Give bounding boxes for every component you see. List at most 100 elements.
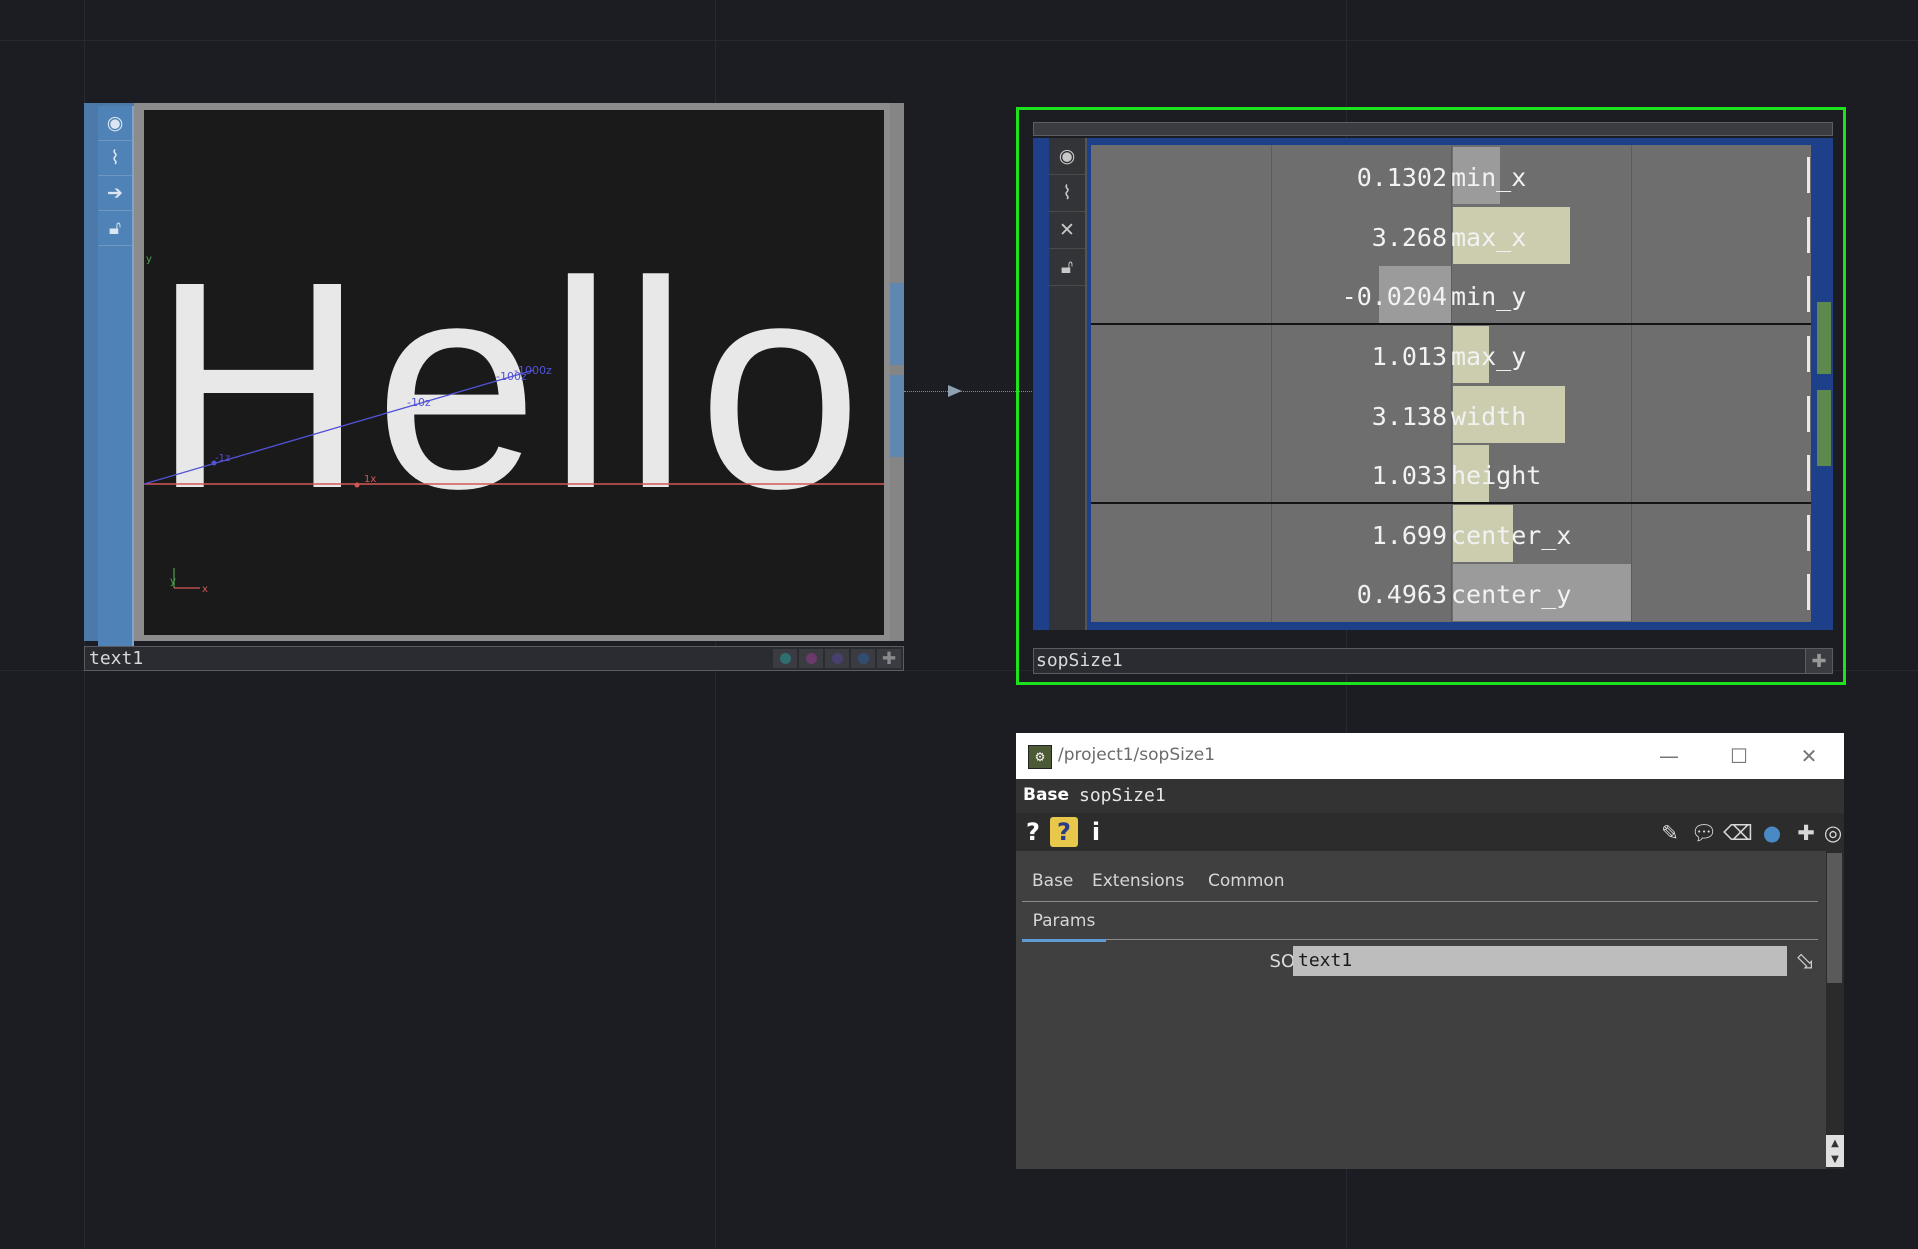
table-row[interactable]: 0.1302 min_x <box>1091 145 1811 205</box>
row-marker <box>1807 216 1810 253</box>
row-marker <box>1807 157 1810 193</box>
table-row[interactable]: 0.4963 center_y <box>1091 562 1811 622</box>
channel-value: 3.268 <box>1371 222 1447 252</box>
tab-params[interactable]: Params <box>1022 909 1106 942</box>
close-icon[interactable]: ✕ <box>1049 212 1085 249</box>
plus-icon[interactable]: ✚ <box>1805 649 1832 673</box>
sub-tabs: Params <box>1022 905 1818 942</box>
axis-gizmo: y x <box>170 568 208 595</box>
channel-value: 0.4963 <box>1356 580 1447 610</box>
lock-icon[interactable]: 🔓︎ <box>98 211 132 246</box>
channel-name: max_y <box>1451 341 1527 371</box>
node-flags: ✚ <box>773 649 901 669</box>
chop-value-viewer[interactable]: 0.1302 min_x 3.268 max_x -0.0204 min_y 1.013 ma… <box>1091 145 1811 622</box>
dialog-toolbar: ? ? i ✎ 💬︎ ⌫ ● ✚ ◎ <box>1016 813 1844 851</box>
sop-param-field[interactable]: text1 <box>1293 946 1787 976</box>
bypass-flag[interactable] <box>825 649 849 668</box>
row-marker <box>1807 276 1810 313</box>
node-name-bar[interactable]: sopSize1 ✚ <box>1033 648 1833 674</box>
viewer-active-icon[interactable]: ◉ <box>1049 138 1085 175</box>
template-flag[interactable] <box>799 649 823 668</box>
channel-name: height <box>1451 461 1542 491</box>
help-icon[interactable]: ? <box>1022 817 1044 847</box>
channel-name: center_y <box>1451 580 1572 610</box>
add-icon[interactable]: ✚ <box>1792 819 1820 847</box>
op-type-label: Base <box>1023 785 1070 805</box>
viewer-active-icon[interactable]: ◉ <box>98 106 132 141</box>
scroll-down-icon[interactable]: ▼ <box>1826 1151 1844 1167</box>
channel-value: 1.033 <box>1371 461 1447 491</box>
parameter-dialog: ⚙ /project1/sopSize1 — ☐ ✕ Base sopSize1… <box>1016 733 1844 1169</box>
channel-value: 1.013 <box>1371 341 1447 371</box>
channel-value: 1.699 <box>1371 520 1447 550</box>
export-arrow-icon[interactable]: ➔ <box>98 176 132 211</box>
connection-wire[interactable] <box>904 391 1032 393</box>
channel-name: min_x <box>1451 163 1527 192</box>
dialog-header: Base sopSize1 <box>1016 779 1844 813</box>
node-side-toolbar: ◉ ⌇ ✕ 🔓︎ <box>1049 138 1087 630</box>
tab-extensions[interactable]: Extensions <box>1092 871 1184 891</box>
node-side-toolbar: ◉ ⌇ ➔ 🔓︎ <box>98 106 134 646</box>
display-flag-icon[interactable]: ⌇ <box>98 141 132 176</box>
axis-label-z-far2: -1000z <box>514 364 552 377</box>
table-row[interactable]: 1.033 height <box>1091 443 1811 503</box>
output-connector-2[interactable] <box>1817 390 1831 466</box>
maximize-button[interactable]: ☐ <box>1722 739 1756 773</box>
output-connector[interactable] <box>890 283 904 365</box>
edit-pencil-icon[interactable]: ✎ <box>1656 819 1684 847</box>
render-flag[interactable] <box>773 649 797 668</box>
row-marker <box>1807 335 1810 372</box>
channel-value: 3.138 <box>1371 401 1447 431</box>
table-row[interactable]: 1.699 center_x <box>1091 503 1811 563</box>
op-name[interactable]: sopSize1 <box>1079 785 1166 806</box>
node-name[interactable]: sopSize1 <box>1036 650 1123 671</box>
clear-icon[interactable]: ⌫ <box>1723 819 1753 847</box>
table-row[interactable]: 3.138 width <box>1091 384 1811 444</box>
output-connector[interactable] <box>1817 302 1831 374</box>
row-marker <box>1807 514 1810 551</box>
minimize-button[interactable]: — <box>1652 739 1686 773</box>
target-icon[interactable]: ◎ <box>1822 819 1844 847</box>
display-flag-icon[interactable]: ⌇ <box>1049 175 1085 212</box>
axis-label-z-near: -1z <box>215 453 230 464</box>
wire-arrow-icon <box>948 385 962 397</box>
python-help-icon[interactable]: ? <box>1050 817 1078 847</box>
text1-node[interactable]: ◉ ⌇ ➔ 🔓︎ Hello -1z 1x -10z -100z -1000z … <box>84 103 904 671</box>
lock-icon[interactable]: 🔓︎ <box>1049 249 1085 286</box>
python-icon[interactable]: ● <box>1758 819 1786 847</box>
info-icon[interactable]: i <box>1086 817 1106 847</box>
row-marker <box>1807 395 1810 432</box>
node-name[interactable]: text1 <box>89 648 143 669</box>
plus-icon[interactable]: ✚ <box>877 649 901 669</box>
scroll-up-icon[interactable]: ▲ <box>1826 1135 1844 1151</box>
table-row[interactable]: 3.268 max_x <box>1091 205 1811 265</box>
scrollbar-thumb[interactable] <box>1827 853 1842 983</box>
tab-common[interactable]: Common <box>1208 871 1285 891</box>
close-button[interactable]: ✕ <box>1792 739 1826 773</box>
axis-label-z-mid: -10z <box>407 396 431 409</box>
output-connector-2[interactable] <box>890 375 904 457</box>
channel-name: min_y <box>1451 282 1527 312</box>
row-marker <box>1807 574 1810 611</box>
channel-value: -0.0204 <box>1341 282 1447 312</box>
comment-icon[interactable]: 💬︎ <box>1690 819 1718 847</box>
text1-viewer[interactable]: Hello -1z 1x -10z -100z -1000z y y x <box>144 110 884 635</box>
table-row[interactable]: -0.0204 min_y <box>1091 264 1811 324</box>
display-flag[interactable] <box>851 649 875 668</box>
hello-text: Hello <box>152 220 858 550</box>
axis-label-y-top: y <box>146 254 152 265</box>
node-name-bar[interactable]: text1 ✚ <box>84 646 904 671</box>
channel-name: max_x <box>1451 222 1527 252</box>
row-marker <box>1807 455 1810 492</box>
channel-name: center_x <box>1451 520 1572 550</box>
viewer-scrollbar[interactable] <box>890 103 904 641</box>
table-row[interactable]: 1.013 max_y <box>1091 324 1811 384</box>
sopSize1-node[interactable]: ◉ ⌇ ✕ 🔓︎ 0.1302 min_x 3.268 max_x -0.0204 min… <box>1016 107 1846 685</box>
grid-line <box>0 40 1918 41</box>
gizmo-x-label: x <box>202 584 208 595</box>
dialog-title-bar[interactable]: ⚙ /project1/sopSize1 — ☐ ✕ <box>1016 733 1844 779</box>
app-logo-icon: ⚙ <box>1028 745 1052 769</box>
page-tabs: Base Extensions Common <box>1022 865 1818 902</box>
tab-base[interactable]: Base <box>1032 871 1073 891</box>
drag-arrow-icon[interactable]: ⬂ <box>1788 945 1822 977</box>
